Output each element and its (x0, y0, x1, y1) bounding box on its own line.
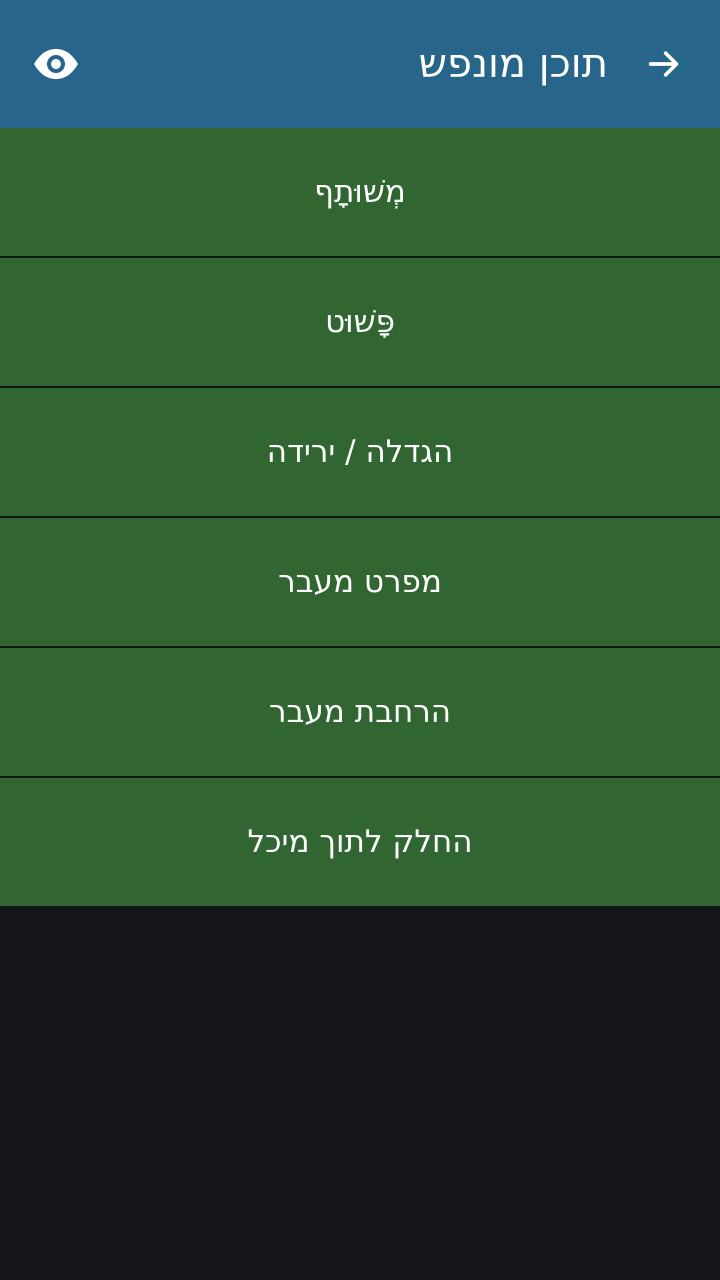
menu-item-slide-into-container[interactable]: החלק לתוך מיכל (0, 778, 720, 906)
menu-item-label: הרחבת מעבר (268, 694, 452, 730)
back-button[interactable] (640, 40, 688, 88)
menu-item-label: הגדלה / ירידה (266, 434, 454, 470)
menu-item-scale-fade[interactable]: הגדלה / ירידה (0, 388, 720, 518)
menu-item-simple[interactable]: פָּשׁוּט (0, 258, 720, 388)
visibility-toggle-button[interactable] (28, 40, 84, 88)
page-title: תוכן מונפש (418, 41, 608, 87)
arrow-right-icon (648, 51, 679, 77)
menu-item-shared[interactable]: מְשׁוּתָף (0, 128, 720, 258)
menu-item-label: החלק לתוך מיכל (247, 824, 473, 860)
menu-item-transition-expand[interactable]: הרחבת מעבר (0, 648, 720, 778)
menu-item-label: מְשׁוּתָף (314, 174, 406, 210)
menu-item-label: פָּשׁוּט (325, 304, 395, 340)
animation-menu-list: מְשׁוּתָף פָּשׁוּט הגדלה / ירידה מפרט מע… (0, 128, 720, 906)
menu-item-label: מפרט מעבר (278, 564, 442, 600)
app-bar: תוכן מונפש (0, 0, 720, 128)
menu-item-transition-spec[interactable]: מפרט מעבר (0, 518, 720, 648)
eye-icon (34, 49, 78, 79)
